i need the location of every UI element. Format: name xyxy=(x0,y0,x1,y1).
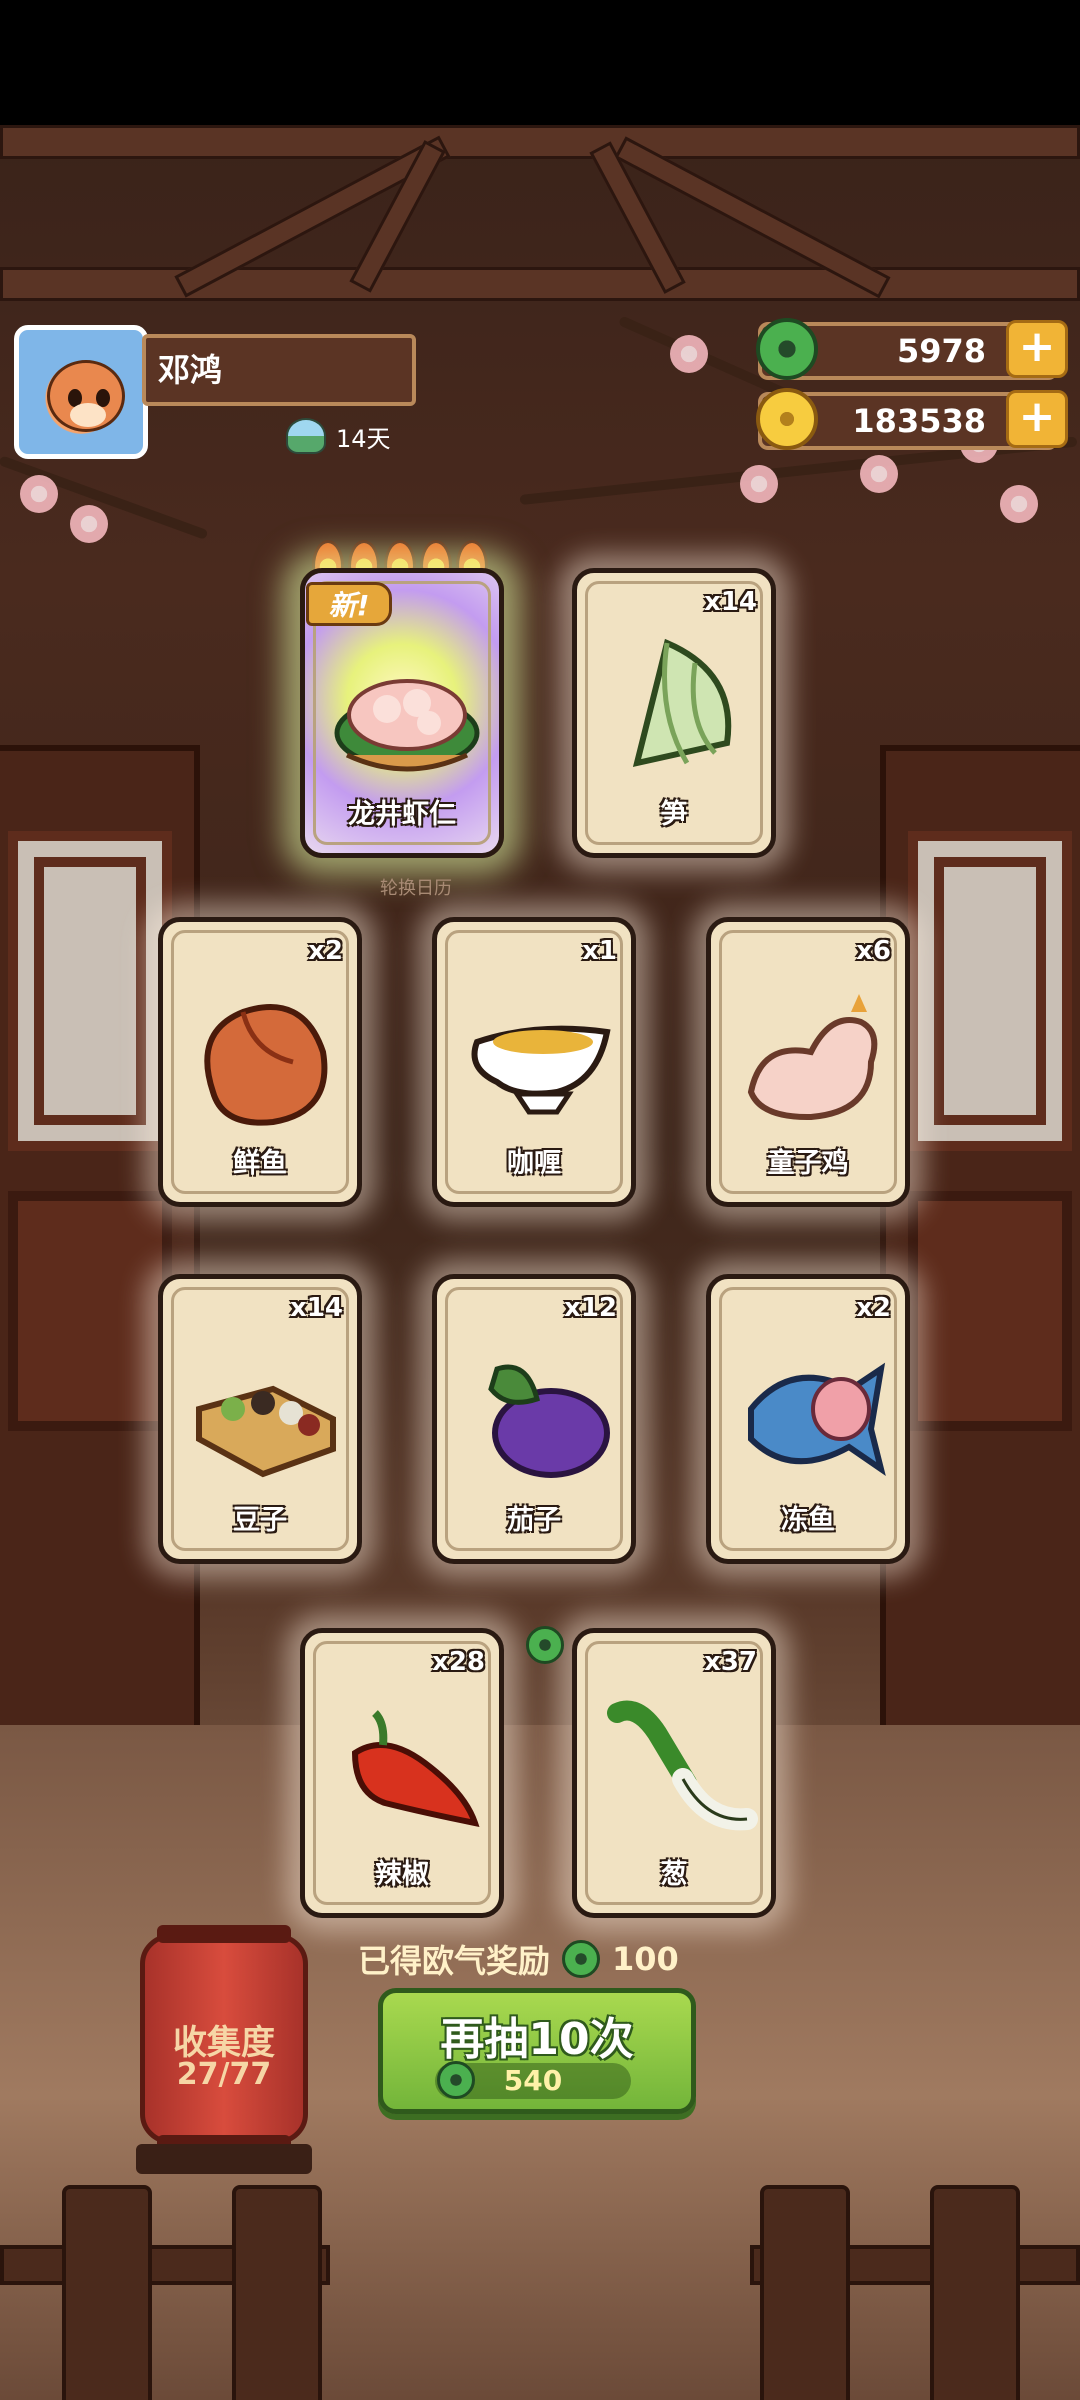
rotation-calendar-label[interactable]: 轮换日历 xyxy=(380,874,452,900)
draw-again-button[interactable]: 再抽10次 540 xyxy=(378,1988,696,2114)
blossom xyxy=(1000,485,1038,523)
right-door xyxy=(880,745,1080,1865)
card-beans[interactable]: x14 豆子 xyxy=(158,1274,362,1564)
blossom xyxy=(70,505,108,543)
blossom xyxy=(740,465,778,503)
card-name: 豆子 xyxy=(233,1505,287,1536)
card-name: 咖喱 xyxy=(507,1148,561,1179)
card-count: x28 xyxy=(432,1647,485,1677)
curry-icon xyxy=(471,1025,611,1115)
card-count: x2 xyxy=(308,936,343,966)
card-name: 笋 xyxy=(660,799,688,830)
bamboo-shoot-icon xyxy=(632,638,732,767)
card-bamboo-shoot[interactable]: x14 笋 xyxy=(572,568,776,858)
railing-post xyxy=(930,2185,1020,2400)
player-name: 邓鸿 xyxy=(142,334,416,406)
card-count: x14 xyxy=(290,1293,343,1323)
railing-post xyxy=(62,2185,152,2400)
card-name: 鲜鱼 xyxy=(233,1148,287,1179)
avatar-face-icon xyxy=(47,360,125,432)
frozen-fish-icon xyxy=(748,1362,886,1476)
card-chili[interactable]: x28 辣椒 xyxy=(300,1628,504,1918)
reward-value: 100 xyxy=(612,1940,679,1978)
railing-post xyxy=(760,2185,850,2400)
blossom xyxy=(860,455,898,493)
new-tag: 新! xyxy=(306,582,392,626)
lantern-stand xyxy=(136,2144,312,2174)
card-name: 童子鸡 xyxy=(767,1148,849,1179)
chicken-icon xyxy=(747,994,878,1121)
draw-button-label: 再抽10次 xyxy=(440,2014,634,2065)
card-frozen-fish[interactable]: x2 冻鱼 xyxy=(706,1274,910,1564)
card-count: x12 xyxy=(564,1293,617,1323)
railing-post xyxy=(232,2185,322,2400)
card-name: 龙井虾仁 xyxy=(348,799,456,830)
blossom xyxy=(670,335,708,373)
hot-air-balloon-icon xyxy=(286,418,326,454)
player-avatar[interactable] xyxy=(14,325,148,459)
jade-icon xyxy=(437,2061,475,2099)
card-name: 辣椒 xyxy=(375,1859,429,1890)
scallion-icon xyxy=(607,1700,758,1831)
card-count: x14 xyxy=(704,587,757,617)
days-label: 14天 xyxy=(336,424,391,453)
collection-lantern[interactable]: 收集度 27/77 xyxy=(140,1925,308,2153)
card-curry[interactable]: x1 咖喱 xyxy=(432,917,636,1207)
collection-value: 27/77 xyxy=(176,2057,272,2092)
add-coins-button[interactable]: + xyxy=(1006,390,1068,448)
jade-icon xyxy=(562,1940,601,1978)
coin-icon xyxy=(756,388,818,450)
card-chicken[interactable]: x6 童子鸡 xyxy=(706,917,910,1207)
card-count: x6 xyxy=(856,936,891,966)
card-count: x1 xyxy=(582,936,617,966)
beans-icon xyxy=(196,1385,336,1478)
login-days: 14天 xyxy=(286,418,391,454)
card-scallion[interactable]: x37 葱 xyxy=(572,1628,776,1918)
roof-beam xyxy=(0,267,1080,301)
status-bar xyxy=(0,0,1080,125)
jade-icon xyxy=(756,318,818,380)
jade-icon xyxy=(526,1626,564,1664)
eggplant-icon xyxy=(488,1364,610,1478)
card-count: x37 xyxy=(704,1647,757,1677)
roof-beam xyxy=(0,125,1080,159)
card-eggplant[interactable]: x12 茄子 xyxy=(432,1274,636,1564)
chili-icon xyxy=(351,1710,480,1827)
card-name: 冻鱼 xyxy=(781,1505,835,1536)
card-fish[interactable]: x2 鲜鱼 xyxy=(158,917,362,1207)
reward-label: 已得欧气奖励 xyxy=(358,1942,551,1980)
card-count: x2 xyxy=(856,1293,891,1323)
add-jade-button[interactable]: + xyxy=(1006,320,1068,378)
shrimp-dish-icon xyxy=(334,679,480,772)
blossom xyxy=(20,475,58,513)
card-name: 茄子 xyxy=(507,1505,561,1536)
fish-icon xyxy=(204,1004,328,1126)
luck-reward: 已得欧气奖励 100 xyxy=(358,1936,679,1982)
card-name: 葱 xyxy=(660,1859,688,1890)
